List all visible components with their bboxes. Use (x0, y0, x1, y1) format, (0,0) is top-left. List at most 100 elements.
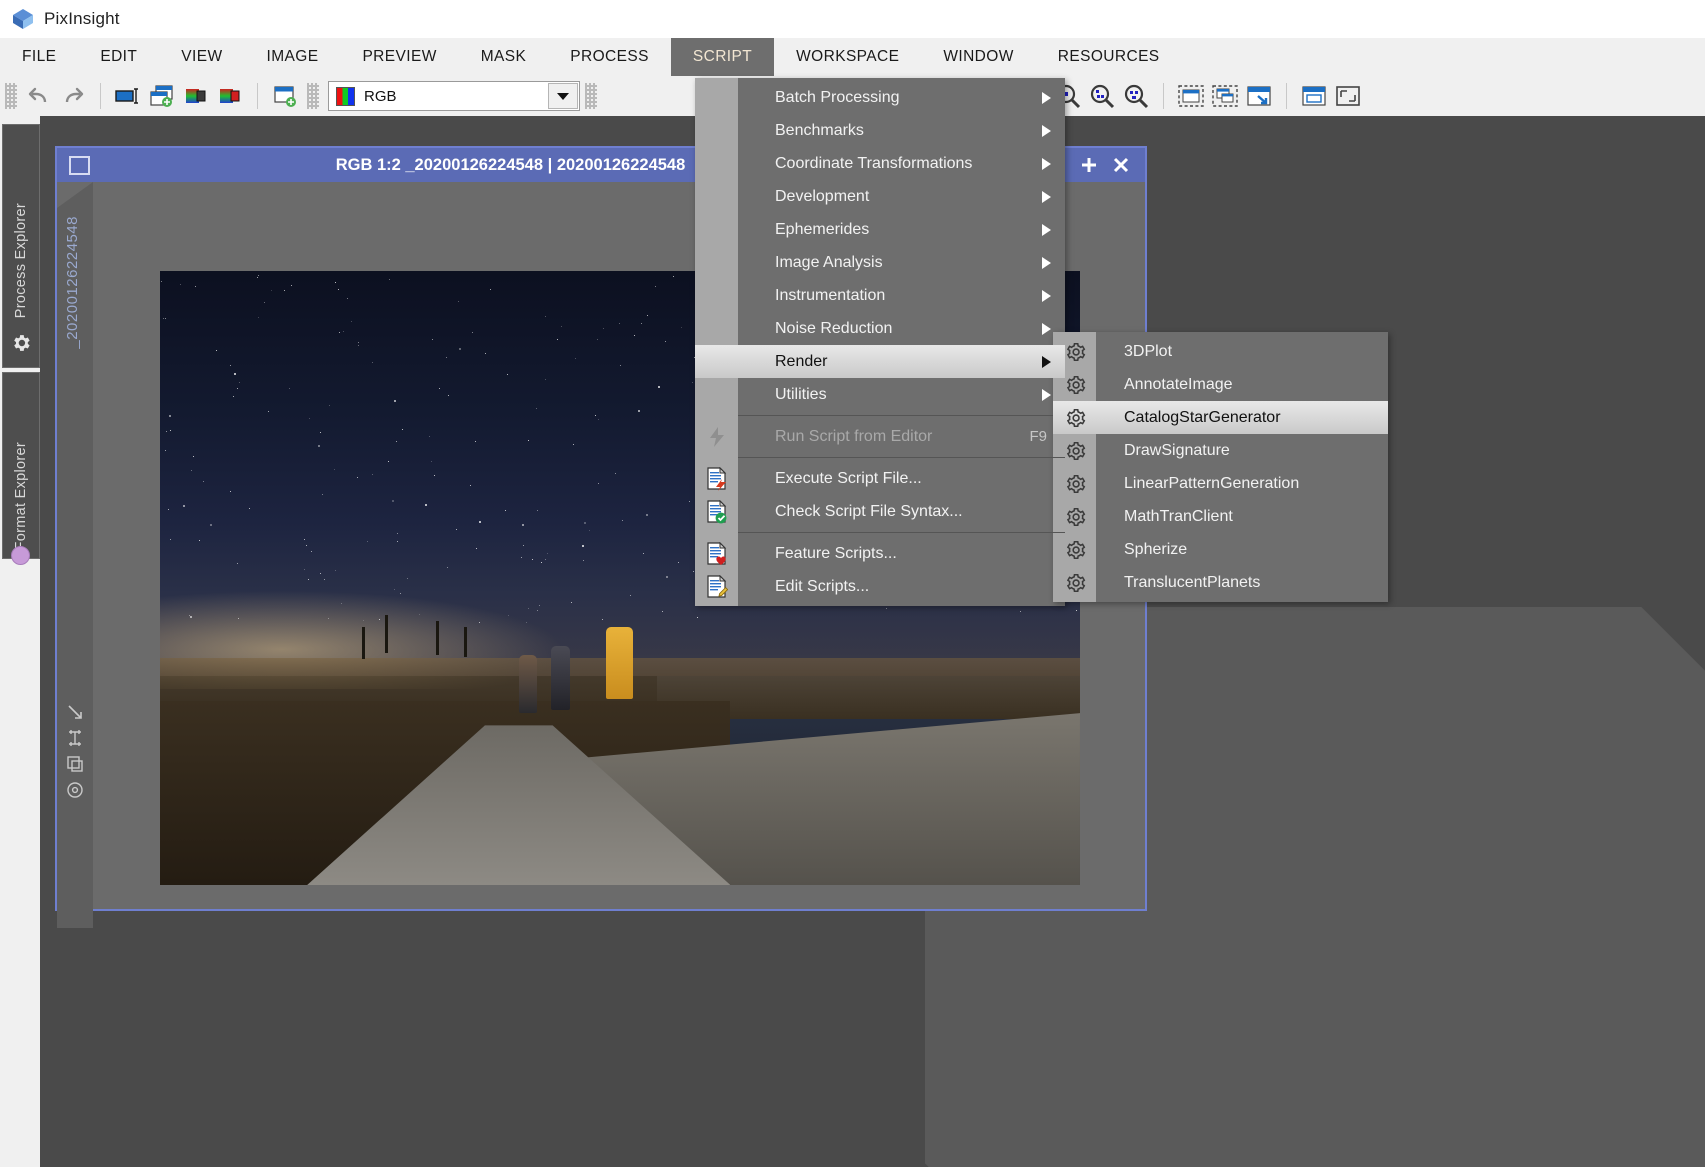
menu-item-label: Instrumentation (738, 287, 885, 305)
view-selector[interactable]: RGB (328, 81, 580, 111)
menu-item-icon-slot (695, 345, 738, 378)
menu-item-execute-script-file[interactable]: Execute Script File... (695, 462, 1065, 495)
maximize-window-icon[interactable] (1242, 81, 1276, 111)
menu-item-linearpatterngeneration[interactable]: LinearPatternGeneration (1053, 467, 1388, 500)
toolbar-grip[interactable] (5, 83, 17, 109)
star-point (264, 302, 265, 303)
star-point (238, 618, 239, 619)
menu-item-instrumentation[interactable]: Instrumentation (695, 279, 1065, 312)
menu-item-mathtranclient[interactable]: MathTranClient (1053, 500, 1388, 533)
menu-item-run-script-from-editor[interactable]: Run Script from Editor F9 (695, 420, 1065, 453)
new-window-icon[interactable] (268, 81, 302, 111)
menu-item-utilities[interactable]: Utilities (695, 378, 1065, 411)
menu-window[interactable]: WINDOW (921, 38, 1035, 76)
menu-script[interactable]: SCRIPT (671, 38, 774, 76)
star-point (306, 545, 307, 546)
redo-icon[interactable] (56, 81, 90, 111)
menu-item-noise-reduction[interactable]: Noise Reduction (695, 312, 1065, 345)
star-point (419, 614, 420, 615)
star-point (647, 315, 648, 316)
close-x-icon[interactable] (1105, 148, 1137, 182)
zoom-fit-icon[interactable] (1085, 81, 1119, 111)
image-vertical-tab[interactable]: _20200126224548 (57, 182, 93, 928)
menu-item-render[interactable]: Render (695, 345, 1065, 378)
star-point (619, 323, 620, 324)
menu-item-feature-scripts[interactable]: Feature Scripts... (695, 537, 1065, 570)
menu-item-image-analysis[interactable]: Image Analysis (695, 246, 1065, 279)
menu-view[interactable]: VIEW (159, 38, 244, 76)
toolbar-grip-2[interactable] (307, 83, 319, 109)
star-point (693, 571, 694, 572)
menu-resources[interactable]: RESOURCES (1036, 38, 1182, 76)
star-point (1076, 610, 1077, 611)
menu-item-icon-slot (695, 81, 738, 114)
gear-icon (1053, 368, 1096, 401)
fit-window-icon[interactable] (1174, 81, 1208, 111)
expand-window-icon[interactable] (1331, 81, 1365, 111)
chevron-right-icon (1042, 158, 1065, 170)
star-point (322, 494, 323, 495)
zoom-optimal-icon[interactable] (1119, 81, 1153, 111)
star-point (358, 342, 359, 343)
target-icon[interactable] (65, 780, 85, 800)
star-point (170, 430, 171, 431)
toolbar-divider-5 (1286, 83, 1287, 109)
star-point (689, 501, 690, 502)
screen-fit-icon[interactable] (1297, 81, 1331, 111)
maximize-plus-icon[interactable] (1073, 148, 1105, 182)
toolbar-grip-3[interactable] (585, 83, 597, 109)
menu-process[interactable]: PROCESS (548, 38, 671, 76)
rename-view-icon[interactable] (111, 81, 145, 111)
menu-item-check-script-file-syntax[interactable]: Check Script File Syntax... (695, 495, 1065, 528)
star-point (673, 276, 674, 277)
menu-item-drawsignature[interactable]: DrawSignature (1053, 434, 1388, 467)
extract-channel-icon[interactable] (179, 81, 213, 111)
star-point (598, 483, 599, 484)
menu-item-3dplot[interactable]: 3DPlot (1053, 335, 1388, 368)
star-point (662, 611, 663, 612)
gear-icon (1053, 533, 1096, 566)
script-dropdown-menu[interactable]: Batch Processing Benchmarks Coordinate T… (695, 78, 1065, 606)
star-point (589, 530, 590, 531)
menu-item-spherize[interactable]: Spherize (1053, 533, 1388, 566)
menu-item-edit-scripts[interactable]: Edit Scripts... (695, 570, 1065, 603)
image-vertical-tab-label: _20200126224548 (64, 216, 81, 349)
menu-item-batch-processing[interactable]: Batch Processing (695, 81, 1065, 114)
menu-item-benchmarks[interactable]: Benchmarks (695, 114, 1065, 147)
restore-window-icon[interactable] (69, 156, 90, 175)
menu-workspace[interactable]: WORKSPACE (774, 38, 921, 76)
script-run-icon (695, 462, 738, 495)
lightning-icon (695, 420, 738, 453)
menu-item-ephemerides[interactable]: Ephemerides (695, 213, 1065, 246)
menu-item-icon-slot (695, 312, 738, 345)
menu-mask[interactable]: MASK (459, 38, 549, 76)
duplicate-window-icon[interactable] (145, 81, 179, 111)
star-point (641, 323, 642, 324)
copy-preview-icon[interactable] (65, 754, 85, 774)
menu-item-catalogstargenerator[interactable]: CatalogStarGenerator (1053, 401, 1388, 434)
star-point (258, 317, 259, 318)
menu-item-annotateimage[interactable]: AnnotateImage (1053, 368, 1388, 401)
sidebar-item-process-explorer[interactable]: Process Explorer (2, 124, 40, 368)
script-edit-icon (695, 570, 738, 603)
sidebar-item-format-explorer[interactable]: Format Explorer (2, 372, 40, 559)
menu-item-development[interactable]: Development (695, 180, 1065, 213)
menu-item-icon-slot (695, 147, 738, 180)
menu-edit[interactable]: EDIT (78, 38, 159, 76)
history-explorer-dot[interactable] (11, 546, 30, 565)
crosshair-icon[interactable] (65, 728, 85, 748)
menu-image[interactable]: IMAGE (244, 38, 340, 76)
menu-preview[interactable]: PREVIEW (340, 38, 458, 76)
toolbar-divider-4 (1163, 83, 1164, 109)
menu-file[interactable]: FILE (0, 38, 78, 76)
chevron-down-icon[interactable] (548, 83, 578, 109)
menu-item-icon-slot (695, 213, 738, 246)
undo-icon[interactable] (22, 81, 56, 111)
menu-item-label: Benchmarks (738, 122, 864, 140)
resize-arrow-icon[interactable] (65, 702, 85, 722)
extract-channel-alt-icon[interactable] (213, 81, 247, 111)
menu-item-coordinate-transformations[interactable]: Coordinate Transformations (695, 147, 1065, 180)
menu-item-translucentplanets[interactable]: TranslucentPlanets (1053, 566, 1388, 599)
fit-all-windows-icon[interactable] (1208, 81, 1242, 111)
render-submenu[interactable]: 3DPlot AnnotateImage CatalogStarGenerato… (1053, 332, 1388, 602)
